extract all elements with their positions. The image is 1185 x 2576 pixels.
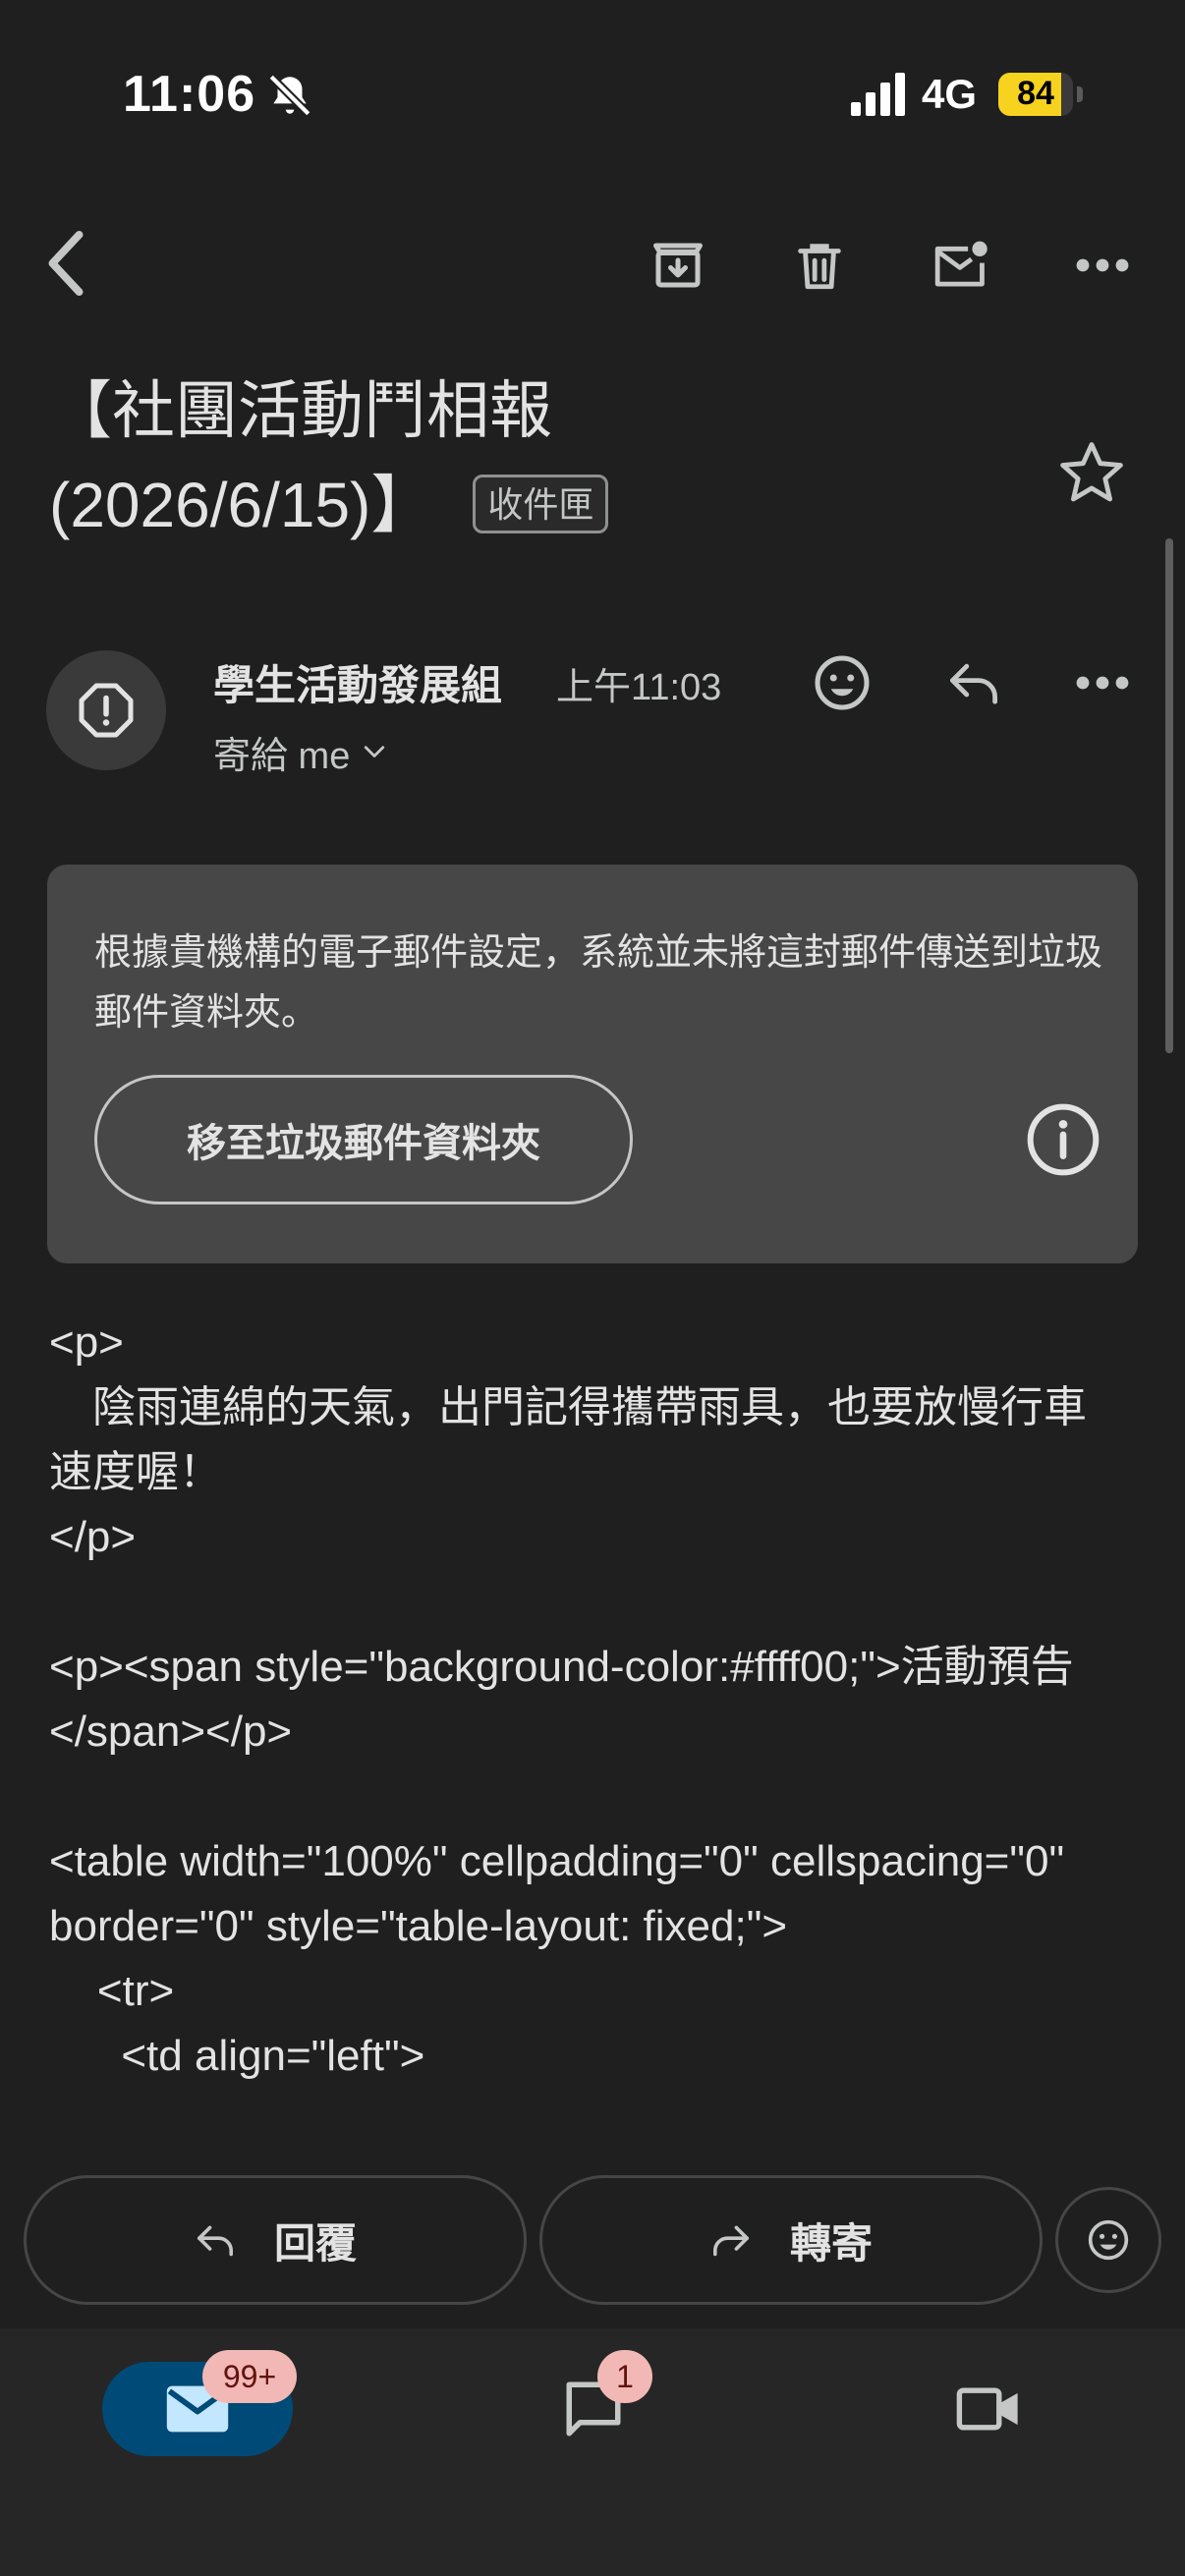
recipient-toggle[interactable]: 寄給 me xyxy=(213,725,385,779)
more-icon xyxy=(1076,258,1129,272)
move-to-spam-button[interactable]: 移至垃圾郵件資料夾 xyxy=(94,1075,633,1204)
emoji-reaction-button[interactable] xyxy=(1055,2187,1161,2293)
more-icon xyxy=(1076,676,1129,690)
sender-avatar[interactable] xyxy=(46,650,166,770)
status-time: 11:06 xyxy=(123,66,256,123)
reply-pill-button[interactable]: 回覆 xyxy=(24,2175,527,2305)
chevron-down-icon xyxy=(365,745,385,757)
warning-octagon-icon xyxy=(79,683,134,738)
message-more-button[interactable] xyxy=(1053,639,1152,727)
more-options-button[interactable] xyxy=(1053,216,1152,314)
add-reaction-button[interactable] xyxy=(798,639,886,727)
subject-line-2: (2026/6/15)】 xyxy=(49,470,434,540)
star-icon xyxy=(1060,442,1123,502)
back-arrow-icon xyxy=(48,230,84,297)
chat-unread-badge: 1 xyxy=(597,2350,652,2403)
recipient-text: 寄給 me xyxy=(213,736,351,777)
email-subject: 【社團活動鬥相報 (2026/6/15)】 收件匣 xyxy=(49,364,992,552)
forward-icon xyxy=(712,2225,749,2257)
star-button[interactable] xyxy=(1047,428,1136,517)
bottom-navigation: 99+ 1 xyxy=(0,2328,1185,2576)
body-line: <p><span style="background-color:#ffff00… xyxy=(49,1643,1074,1756)
info-icon[interactable] xyxy=(1024,1100,1102,1179)
body-line: 陰雨連綿的天氣，出門記得攜帶雨具，也要放慢行車速度喔！ xyxy=(49,1383,1087,1496)
reply-icon xyxy=(950,663,997,704)
reply-label: 回覆 xyxy=(273,2219,357,2267)
body-line xyxy=(49,1570,1110,1635)
video-camera-icon xyxy=(956,2387,1018,2431)
battery-icon: 84 xyxy=(998,73,1083,116)
scrollbar[interactable] xyxy=(1165,538,1173,1053)
reply-icon xyxy=(197,2225,233,2257)
body-line: <tr> xyxy=(49,1967,175,2015)
bell-slash-icon xyxy=(268,74,311,117)
delete-button[interactable] xyxy=(770,216,869,314)
reply-button[interactable] xyxy=(930,639,1018,727)
body-line: <table width="100%" cellpadding="0" cell… xyxy=(49,1837,1077,1950)
battery-level: 84 xyxy=(1017,75,1054,112)
forward-pill-button[interactable]: 轉寄 xyxy=(539,2175,1043,2305)
archive-icon xyxy=(653,243,703,288)
status-bar: 11:06 4G 84 xyxy=(0,0,1185,187)
delete-icon xyxy=(798,244,841,290)
email-body: <p> 陰雨連綿的天氣，出門記得攜帶雨具，也要放慢行車速度喔！ </p> <p><… xyxy=(49,1311,1110,2089)
body-line: </p> xyxy=(49,1513,137,1561)
subject-line-1: 【社團活動鬥相報 xyxy=(49,375,552,446)
network-type: 4G xyxy=(922,71,978,117)
sender-name: 學生活動發展組 xyxy=(213,662,503,708)
inbox-label-chip[interactable]: 收件匣 xyxy=(473,475,609,534)
gmail-message-screen: 11:06 4G 84 【社團活動鬥相報 (2026/6/15)】 收件匣 學生… xyxy=(0,0,1185,2576)
nav-meet-tab[interactable] xyxy=(933,2362,1044,2456)
spam-notice-card: 根據貴機構的電子郵件設定，系統並未將這封郵件傳送到垃圾郵件資料夾。 移至垃圾郵件… xyxy=(47,865,1138,1263)
spam-notice-text: 根據貴機構的電子郵件設定，系統並未將這封郵件傳送到垃圾郵件資料夾。 xyxy=(94,932,1103,1034)
body-line: <p> xyxy=(49,1318,124,1367)
body-line xyxy=(49,1764,1110,1829)
archive-button[interactable] xyxy=(629,216,727,314)
mark-unread-button[interactable] xyxy=(912,216,1010,314)
signal-icon xyxy=(851,73,905,116)
body-line: <td align="left"> xyxy=(49,2032,425,2080)
forward-label: 轉寄 xyxy=(789,2219,873,2267)
email-time: 上午11:03 xyxy=(556,667,722,708)
mark-unread-icon xyxy=(934,241,988,287)
emoji-icon xyxy=(815,655,870,710)
mail-unread-badge: 99+ xyxy=(202,2350,297,2403)
back-button[interactable] xyxy=(29,216,102,310)
emoji-icon xyxy=(1088,2219,1129,2261)
